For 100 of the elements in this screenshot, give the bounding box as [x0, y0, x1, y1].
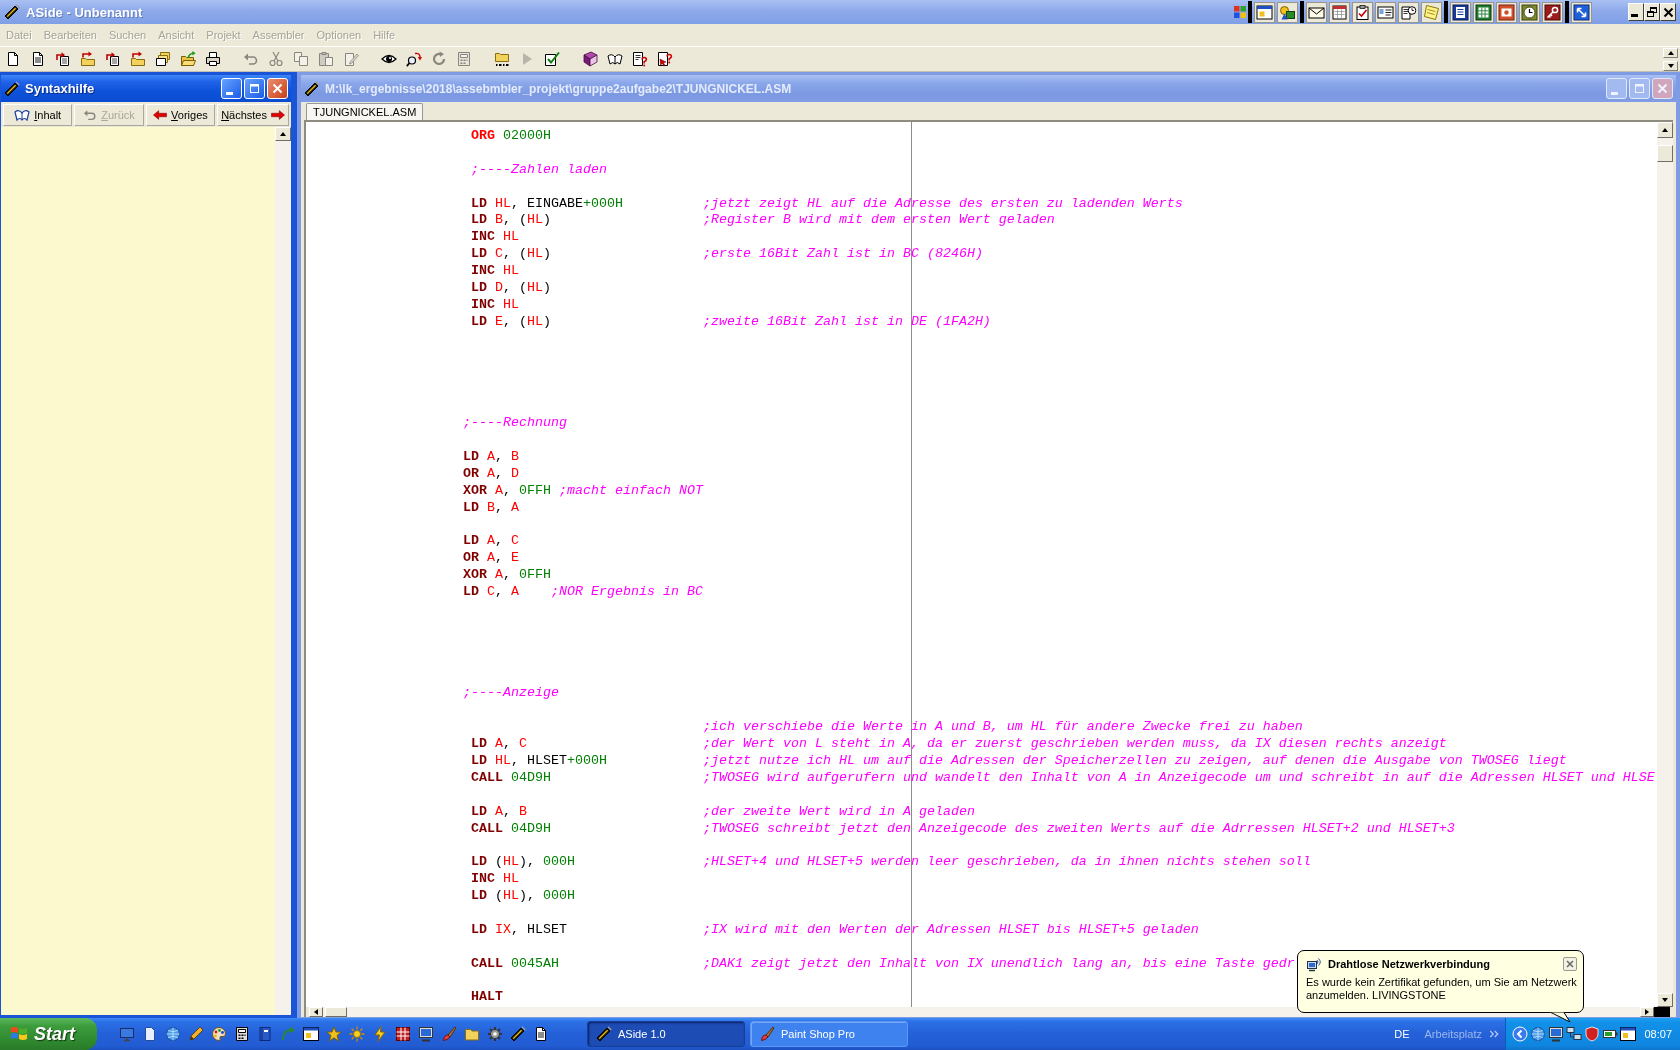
minimize-icon: [1610, 91, 1618, 95]
chip-icon[interactable]: [510, 1026, 526, 1042]
clipboard-tick-icon[interactable]: [1352, 1, 1373, 23]
lightning-icon[interactable]: [372, 1026, 388, 1042]
scroll-down-button[interactable]: [1663, 60, 1678, 71]
grid-tile-icon[interactable]: [1473, 1, 1494, 23]
clock-icon[interactable]: [1519, 1, 1540, 23]
page-arrow-icon[interactable]: [55, 51, 71, 67]
magnifier-arrow-icon[interactable]: [406, 51, 422, 67]
page-arrow-icon[interactable]: [105, 51, 121, 67]
file-tab[interactable]: TJUNGNICKEL.ASM: [306, 103, 424, 120]
clock[interactable]: 08:07: [1644, 1028, 1672, 1040]
book-icon[interactable]: [582, 51, 598, 67]
globe-icon[interactable]: [165, 1026, 181, 1042]
calendar-icon[interactable]: [1329, 1, 1350, 23]
scroll-left-button[interactable]: [309, 1007, 323, 1017]
vertical-scrollbar[interactable]: [1657, 122, 1673, 1007]
minimize-icon: [225, 91, 233, 95]
page-icon[interactable]: [142, 1026, 158, 1042]
chevron-circle-icon[interactable]: [1512, 1026, 1528, 1042]
globe-icon[interactable]: [1530, 1026, 1546, 1042]
restore-button[interactable]: [1644, 3, 1660, 21]
slide-tile-icon[interactable]: [1496, 1, 1517, 23]
close-icon: [1662, 6, 1674, 18]
network-icon[interactable]: [1566, 1026, 1582, 1042]
monitor-icon[interactable]: [418, 1026, 434, 1042]
code-comment: ;----Zahlen laden: [470, 161, 607, 177]
nav-button[interactable]: Voriges: [145, 103, 216, 126]
shapes-icon[interactable]: [1277, 1, 1298, 23]
double-chevron-icon[interactable]: [1488, 1028, 1500, 1040]
calculator-icon[interactable]: [234, 1026, 250, 1042]
code-line: LD C, (HL): [470, 246, 551, 262]
code-comment: ;HLSET+4 und HLSET+5 werden leer geschrieben, da in ihnen nichts stehen soll: [702, 854, 1311, 872]
checkbox-tick-icon[interactable]: [544, 51, 560, 67]
caret-up-icon: [1661, 126, 1669, 134]
window-title: M:\lk_ergebnisse\2018\assebmbler_projekt\gruppe2aufgabe2\TJUNGNICKEL.ASM: [325, 81, 792, 96]
task-button[interactable]: Paint Shop Pro: [750, 1021, 908, 1047]
scroll-thumb[interactable]: [1657, 145, 1673, 162]
printer-icon[interactable]: [205, 51, 221, 67]
star-icon[interactable]: [326, 1026, 342, 1042]
resize-corner: [1654, 1007, 1670, 1017]
code-line: LD B, (HL): [470, 212, 551, 228]
code-line: OR A, D: [463, 465, 519, 481]
code-line: LD IX, HLSET: [470, 921, 567, 937]
code-line: LD A, B: [470, 803, 527, 819]
text-page-icon[interactable]: [30, 51, 46, 67]
help-page-icon[interactable]: [632, 51, 648, 67]
code-line: INC HL: [470, 296, 519, 312]
four-squares-icon[interactable]: [1234, 6, 1246, 18]
nav-button[interactable]: Nächstes: [217, 103, 289, 126]
language-indicator[interactable]: DE: [1394, 1028, 1410, 1040]
scroll-thumb[interactable]: [325, 1007, 347, 1017]
desktop-icon[interactable]: [119, 1026, 135, 1042]
gear-icon[interactable]: [487, 1026, 503, 1042]
book-icon[interactable]: [257, 1026, 273, 1042]
window-icon[interactable]: [1620, 1026, 1636, 1042]
document-tile-icon[interactable]: [1450, 1, 1471, 23]
folder-arrow-icon[interactable]: [80, 51, 96, 67]
help-pointer-icon[interactable]: [657, 51, 673, 67]
scroll-up-button[interactable]: [1657, 122, 1673, 138]
scroll-up-button[interactable]: [1663, 47, 1678, 58]
start-button[interactable]: Start: [0, 1018, 97, 1050]
scroll-right-button[interactable]: [1640, 1007, 1654, 1017]
folder-icon[interactable]: [464, 1026, 480, 1042]
window-title: ASide - Unbenannt: [26, 4, 143, 20]
envelope-icon[interactable]: [1306, 1, 1327, 23]
paintbrush-icon[interactable]: [441, 1026, 457, 1042]
toolbar-label[interactable]: Arbeitsplatz: [1424, 1028, 1482, 1040]
book-clock-icon[interactable]: [1398, 1, 1419, 23]
text-page-icon[interactable]: [533, 1026, 549, 1042]
nav-button[interactable]: Inhalt: [3, 103, 73, 126]
window-title: Syntaxhilfe: [25, 81, 95, 96]
restore-icon: [1646, 6, 1658, 18]
grid-icon[interactable]: [395, 1026, 411, 1042]
key-icon[interactable]: [1542, 1, 1563, 23]
monitor-icon[interactable]: [1548, 1026, 1564, 1042]
blank-page-icon[interactable]: [5, 51, 21, 67]
code-line: LD D, (HL): [470, 280, 551, 295]
code-comment: ;ich verschiebe die Werte in A und B, um HL für andere Zwecke frei zu haben: [702, 719, 1303, 737]
scroll-down-button[interactable]: [1657, 993, 1673, 1007]
card-icon[interactable]: [1375, 1, 1396, 23]
open-book-icon[interactable]: [607, 51, 623, 67]
code-line: LD E, (HL): [470, 313, 551, 329]
sun-icon[interactable]: [349, 1026, 365, 1042]
folder-arrow-icon[interactable]: [130, 51, 146, 67]
code-line: LD HL, EINGABE+000H: [470, 195, 623, 211]
computer-waves-icon: [1306, 956, 1322, 972]
code-comment: ;der Wert von L steht in A, da er zuerst geschrieben werden muss, da IX diesen rechts anzeigt: [702, 736, 1447, 753]
pencil-icon[interactable]: [188, 1026, 204, 1042]
caret-down-icon: [1661, 996, 1669, 1004]
task-button[interactable]: ASide 1.0: [587, 1021, 745, 1047]
scroll-up-button[interactable]: [275, 127, 291, 141]
folder-dots-icon[interactable]: [494, 51, 510, 67]
window-icon[interactable]: [1254, 1, 1275, 23]
open-folder-icon[interactable]: [180, 51, 196, 67]
window-icon[interactable]: [303, 1026, 319, 1042]
stacked-pages-icon[interactable]: [155, 51, 171, 67]
palette-icon[interactable]: [211, 1026, 227, 1042]
vertical-scrollbar[interactable]: [275, 127, 291, 1015]
expand-arrows-icon[interactable]: [1571, 1, 1592, 23]
